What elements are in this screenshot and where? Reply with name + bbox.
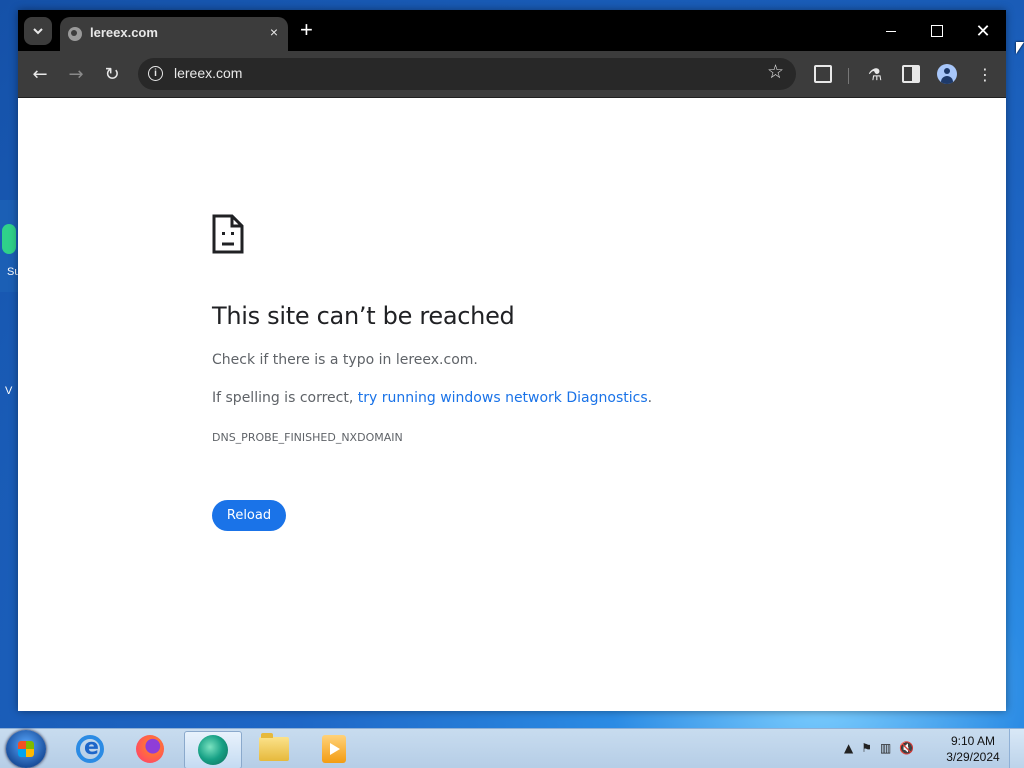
start-button[interactable]	[6, 730, 46, 768]
folder-icon	[259, 733, 289, 761]
clock[interactable]: 9:10 AM 3/29/2024	[940, 733, 1006, 765]
firefox-icon	[136, 735, 164, 763]
error-code: DNS_PROBE_FINISHED_NXDOMAIN	[212, 431, 403, 444]
side-panel-button[interactable]	[900, 63, 922, 85]
browser-toolbar: ← → ↻ i lereex.com ☆ ⚗ ⋮	[18, 51, 1006, 98]
taskbar-edge[interactable]	[184, 731, 242, 768]
tab-search-button[interactable]	[24, 17, 52, 45]
error-title: This site can’t be reached	[212, 302, 515, 330]
reload-button[interactable]: Reload	[212, 500, 286, 531]
mouse-cursor-icon	[1016, 42, 1024, 54]
tab-close-button[interactable]: ×	[270, 24, 278, 40]
taskbar-file-explorer[interactable]	[246, 731, 302, 767]
forward-button[interactable]: →	[63, 61, 89, 87]
minimize-button[interactable]	[868, 18, 914, 44]
browser-window: lereex.com × + ✕ ← → ↻ i lereex.com ☆ ⚗ …	[18, 10, 1006, 711]
bookmark-star-icon[interactable]: ☆	[767, 61, 784, 83]
diagnostics-suffix: .	[647, 390, 653, 406]
maximize-icon	[931, 25, 943, 37]
sad-page-icon	[212, 214, 244, 254]
show-desktop-button[interactable]	[1009, 729, 1024, 768]
network-icon[interactable]: ▥	[880, 741, 891, 755]
error-hint-typo: Check if there is a typo in lereex.com.	[212, 352, 478, 368]
taskbar-internet-explorer[interactable]	[62, 731, 118, 767]
desktop-app-icon	[2, 224, 16, 254]
diagnostics-link[interactable]: try running windows network Diagnostics	[358, 390, 648, 406]
desktop-icon-label-2: V	[5, 385, 13, 397]
internet-explorer-icon	[76, 735, 104, 763]
system-tray: ▲ ⚑ ▥ 🔇	[844, 741, 914, 755]
labs-button[interactable]: ⚗	[864, 63, 886, 85]
reload-toolbar-button[interactable]: ↻	[99, 61, 125, 87]
site-info-icon[interactable]: i	[148, 66, 163, 81]
taskbar-firefox[interactable]	[122, 731, 178, 767]
close-window-button[interactable]: ✕	[960, 18, 1006, 44]
error-page: This site can’t be reached Check if ther…	[18, 98, 1006, 711]
clock-date: 3/29/2024	[946, 750, 1000, 764]
toolbar-divider	[848, 68, 849, 84]
avatar-icon	[937, 64, 957, 84]
tab-active[interactable]: lereex.com ×	[60, 17, 288, 51]
action-center-flag-icon[interactable]: ⚑	[861, 741, 872, 755]
clock-time: 9:10 AM	[950, 734, 996, 748]
minimize-icon	[886, 30, 896, 32]
profile-button[interactable]	[936, 63, 958, 85]
side-panel-icon	[902, 65, 920, 83]
media-player-icon	[322, 735, 346, 763]
address-bar[interactable]: i lereex.com ☆	[138, 58, 796, 90]
edge-icon	[198, 735, 228, 765]
puzzle-icon	[814, 65, 832, 83]
new-tab-button[interactable]: +	[300, 18, 313, 42]
volume-muted-icon[interactable]: 🔇	[899, 741, 914, 755]
maximize-button[interactable]	[914, 18, 960, 44]
tab-title: lereex.com	[90, 25, 158, 40]
close-icon: ✕	[975, 20, 991, 41]
desktop-icon-fragment[interactable]	[0, 200, 18, 292]
taskbar: ▲ ⚑ ▥ 🔇 9:10 AM 3/29/2024	[0, 728, 1024, 768]
back-button[interactable]: ←	[27, 61, 53, 87]
url-text[interactable]: lereex.com	[174, 65, 242, 81]
error-hint-diagnostics: If spelling is correct, try running wind…	[212, 390, 652, 406]
globe-icon	[68, 27, 82, 41]
diagnostics-prefix: If spelling is correct,	[212, 390, 358, 406]
taskbar-media-player[interactable]	[306, 731, 362, 767]
extensions-button[interactable]	[812, 63, 834, 85]
menu-button[interactable]: ⋮	[974, 63, 996, 85]
chevron-down-icon	[33, 28, 43, 35]
tab-strip: lereex.com × + ✕	[18, 10, 1006, 51]
show-hidden-icons-chevron-icon[interactable]: ▲	[844, 741, 853, 755]
